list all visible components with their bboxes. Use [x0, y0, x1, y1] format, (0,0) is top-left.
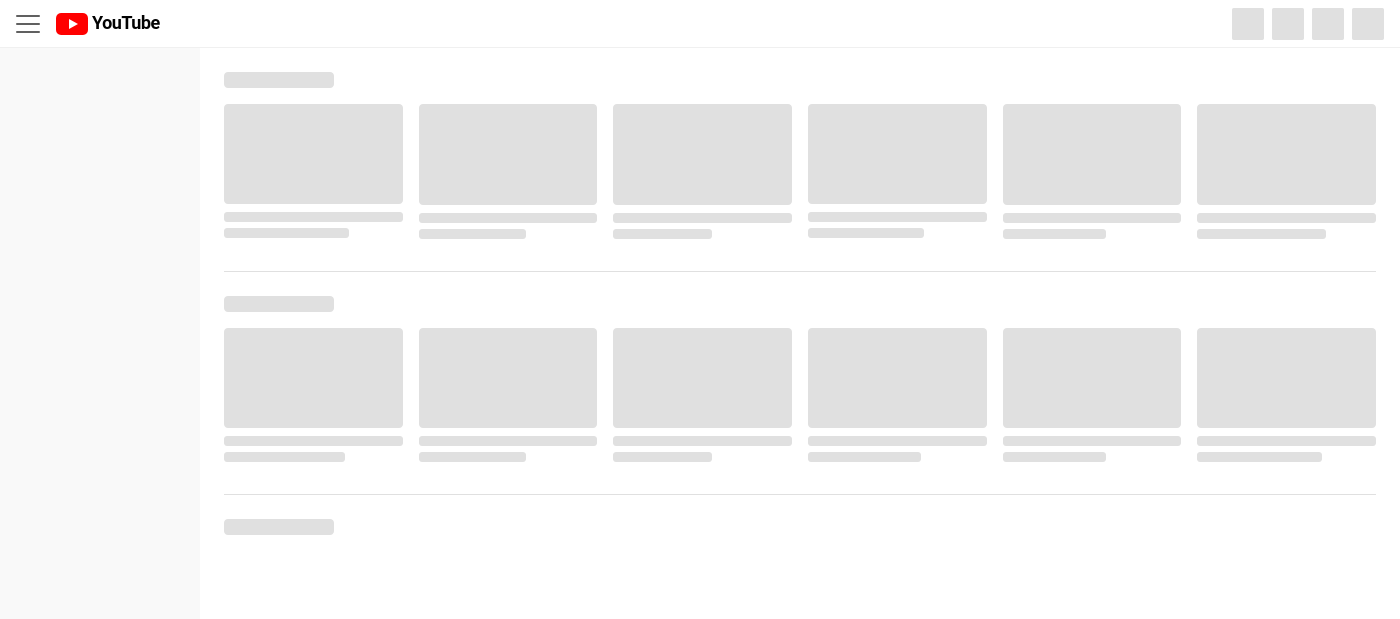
- video-card: [419, 104, 598, 239]
- video-thumbnail: [419, 104, 598, 205]
- video-thumbnail: [1197, 328, 1376, 429]
- video-meta-skeleton: [613, 229, 711, 239]
- section-1-grid: [224, 104, 1376, 239]
- video-title-skeleton: [1003, 436, 1182, 446]
- video-thumbnail: [419, 328, 598, 429]
- video-meta-skeleton: [613, 452, 711, 462]
- video-info: [224, 436, 403, 462]
- youtube-logo-text: YouTube: [92, 13, 160, 34]
- video-info: [613, 213, 792, 239]
- section-2-grid: [224, 328, 1376, 463]
- video-thumbnail: [613, 104, 792, 205]
- video-card: [224, 328, 403, 463]
- video-card: [808, 104, 987, 239]
- header: YouTube: [0, 0, 1400, 48]
- video-info: [419, 213, 598, 239]
- avatar-1[interactable]: [1232, 8, 1264, 40]
- video-meta-skeleton: [224, 228, 349, 238]
- video-title-skeleton: [613, 436, 792, 446]
- video-title-skeleton: [613, 213, 792, 223]
- video-meta-skeleton: [808, 228, 924, 238]
- video-title-skeleton: [419, 213, 598, 223]
- main-content: [200, 48, 1400, 619]
- video-title-skeleton: [419, 436, 598, 446]
- header-right: [1232, 8, 1384, 40]
- video-card: [1197, 104, 1376, 239]
- video-thumbnail: [808, 328, 987, 428]
- sidebar: [0, 48, 200, 619]
- video-card: [1197, 328, 1376, 463]
- section-divider-1: [224, 271, 1376, 272]
- video-meta-skeleton: [1003, 229, 1107, 239]
- video-thumbnail: [224, 328, 403, 428]
- avatar-4[interactable]: [1352, 8, 1384, 40]
- video-thumbnail: [224, 104, 403, 204]
- video-card: [808, 328, 987, 463]
- video-meta-skeleton: [1197, 229, 1326, 239]
- video-info: [1197, 436, 1376, 462]
- video-thumbnail: [808, 104, 987, 204]
- video-thumbnail: [1197, 104, 1376, 205]
- video-title-skeleton: [1197, 436, 1376, 446]
- video-info: [1197, 213, 1376, 239]
- layout: [0, 48, 1400, 619]
- section-divider-2: [224, 494, 1376, 495]
- video-thumbnail: [1003, 328, 1182, 429]
- video-info: [1003, 213, 1182, 239]
- section-2: [224, 296, 1376, 463]
- video-meta-skeleton: [808, 452, 921, 462]
- hamburger-icon[interactable]: [16, 15, 40, 33]
- logo-container[interactable]: YouTube: [56, 13, 160, 35]
- video-thumbnail: [613, 328, 792, 429]
- section-3: [224, 519, 1376, 535]
- video-card: [613, 328, 792, 463]
- section-3-header: [224, 519, 334, 535]
- video-meta-skeleton: [1003, 452, 1107, 462]
- video-title-skeleton: [808, 436, 987, 446]
- video-card: [1003, 328, 1182, 463]
- youtube-icon: [56, 13, 88, 35]
- video-card: [419, 328, 598, 463]
- video-card: [224, 104, 403, 239]
- video-info: [224, 212, 403, 238]
- video-card: [1003, 104, 1182, 239]
- video-meta-skeleton: [419, 229, 526, 239]
- avatar-2[interactable]: [1272, 8, 1304, 40]
- video-meta-skeleton: [419, 452, 526, 462]
- video-info: [1003, 436, 1182, 462]
- video-info: [808, 436, 987, 462]
- video-title-skeleton: [224, 212, 403, 222]
- header-left: YouTube: [16, 13, 160, 35]
- video-meta-skeleton: [224, 452, 345, 462]
- avatar-3[interactable]: [1312, 8, 1344, 40]
- section-1: [224, 72, 1376, 239]
- video-meta-skeleton: [1197, 452, 1322, 462]
- video-title-skeleton: [1197, 213, 1376, 223]
- section-1-header: [224, 72, 334, 88]
- video-thumbnail: [1003, 104, 1182, 205]
- video-title-skeleton: [1003, 213, 1182, 223]
- video-info: [419, 436, 598, 462]
- video-info: [613, 436, 792, 462]
- video-title-skeleton: [808, 212, 987, 222]
- section-2-header: [224, 296, 334, 312]
- video-info: [808, 212, 987, 238]
- video-title-skeleton: [224, 436, 403, 446]
- video-card: [613, 104, 792, 239]
